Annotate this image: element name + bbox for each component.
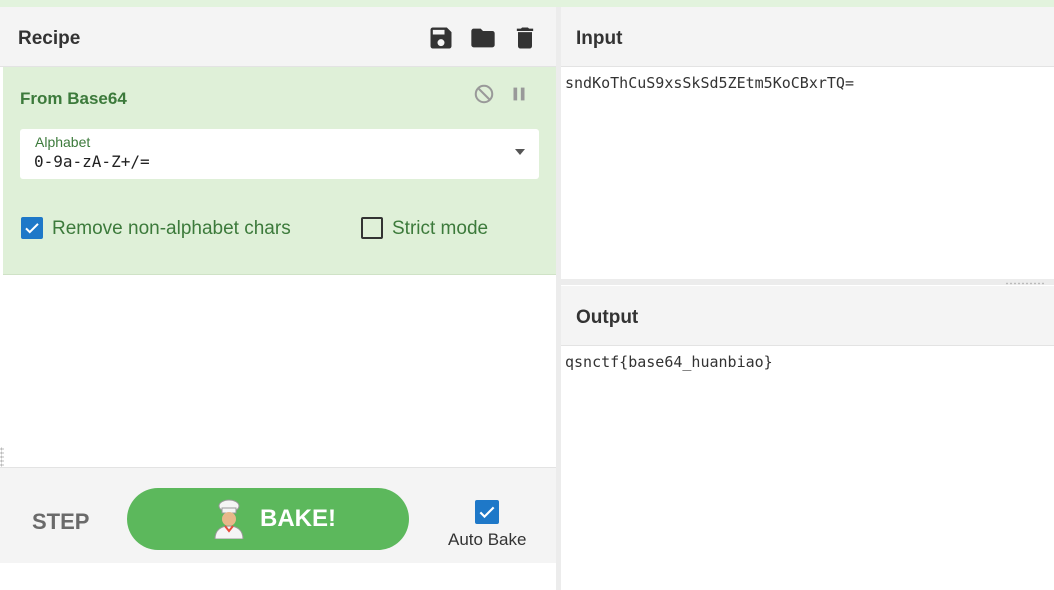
output-title: Output [576,307,639,328]
bake-controls: STEP BAKE! Auto Bake [0,467,556,563]
alphabet-value: 0-9a-zA-Z+/= [34,152,150,171]
auto-bake-checkbox[interactable] [475,500,499,524]
input-header: Input [561,7,1054,67]
output-header: Output [561,286,1054,346]
step-button[interactable]: STEP [32,509,89,535]
resize-handle-horizontal[interactable] [1005,282,1045,285]
disable-icon[interactable] [473,83,495,105]
recipe-panel: Recipe From Base64 Alphabet 0-9a-zA-Z+/=… [0,7,556,590]
chevron-down-icon[interactable] [515,149,525,155]
remove-non-alphabet-checkbox[interactable] [21,217,43,239]
io-divider[interactable] [561,279,1054,285]
operation-from-base64: From Base64 Alphabet 0-9a-zA-Z+/= Remove… [3,67,556,275]
trash-icon[interactable] [511,24,539,52]
folder-icon[interactable] [469,24,497,52]
recipe-header: Recipe [0,7,556,67]
auto-bake-label[interactable]: Auto Bake [448,530,526,550]
save-icon[interactable] [427,24,455,52]
bake-button[interactable]: BAKE! [127,488,409,550]
alphabet-label: Alphabet [35,134,91,150]
bake-label: BAKE! [260,505,336,532]
input-text-area[interactable]: sndKoThCuS9xsSkSd5ZEtm5KoCBxrTQ= [565,74,854,92]
operation-title: From Base64 [20,89,127,108]
strict-mode-label[interactable]: Strict mode [392,218,488,240]
top-strip [0,0,1054,7]
input-title: Input [576,28,623,49]
pause-icon[interactable] [508,83,530,105]
chef-icon [211,499,247,540]
recipe-title: Recipe [18,28,81,49]
alphabet-select[interactable]: Alphabet 0-9a-zA-Z+/= [20,129,539,179]
strict-mode-checkbox[interactable] [361,217,383,239]
output-text-area[interactable]: qsnctf{base64_huanbiao} [565,353,773,371]
remove-non-alphabet-label[interactable]: Remove non-alphabet chars [52,218,291,240]
